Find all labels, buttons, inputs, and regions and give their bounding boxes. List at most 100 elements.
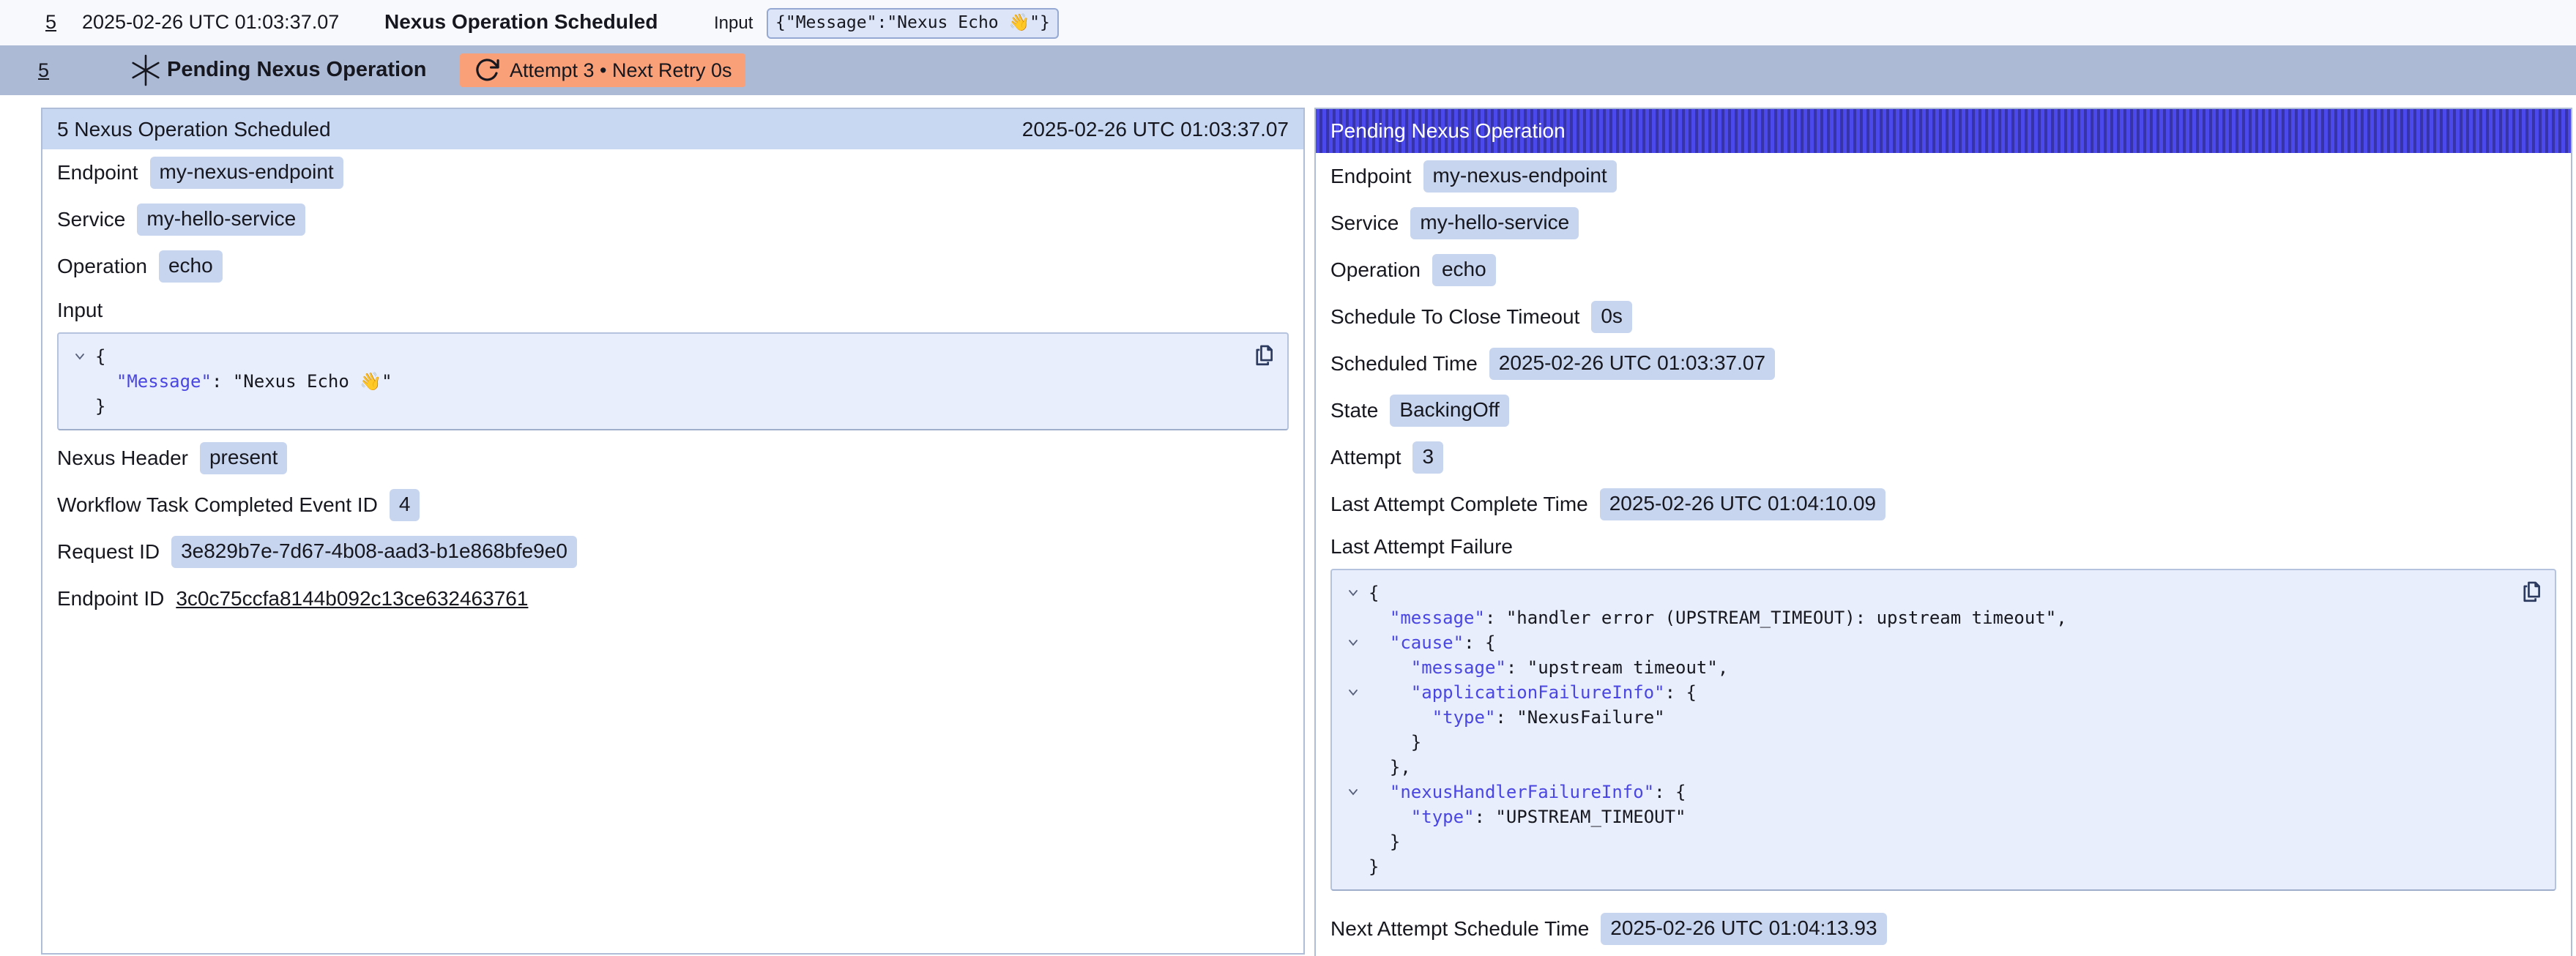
- failure-json-block: { "message": "handler error (UPSTREAM_TI…: [1330, 569, 2556, 891]
- field-row-workflow-task-completed-event-id: Workflow Task Completed Event ID 4: [57, 489, 1289, 521]
- field-label: Service: [1330, 212, 1399, 235]
- field-value-badge: my-hello-service: [137, 203, 305, 236]
- field-value-badge: 2025-02-26 UTC 01:03:37.07: [1489, 348, 1775, 380]
- json-gutter: [64, 369, 95, 394]
- field-row-service: Service my-hello-service: [57, 203, 1289, 236]
- json-gutter: [1338, 829, 1369, 854]
- json-code-text: }: [95, 394, 105, 419]
- field-row-endpoint-id: Endpoint ID 3c0c75ccfa8144b092c13ce632463…: [57, 583, 1289, 615]
- event-id-link[interactable]: 5: [45, 11, 56, 34]
- field-label: Service: [57, 208, 125, 231]
- field-row-schedule-to-close-timeout: Schedule To Close Timeout0s: [1330, 301, 2556, 333]
- field-value-badge: my-nexus-endpoint: [1423, 160, 1617, 193]
- json-code-text: {: [1369, 580, 1379, 605]
- scheduled-panel-title: 5 Nexus Operation Scheduled: [57, 118, 331, 141]
- json-line: },: [1338, 755, 2504, 780]
- field-row-scheduled-time: Scheduled Time 2025-02-26 UTC 01:03:37.07: [1330, 348, 2556, 380]
- event-row-pending-selected[interactable]: 5 Pending Nexus Operation Attempt 3 • Ne…: [0, 45, 2576, 95]
- pending-operation-panel: Pending Nexus Operation Endpoint my-nexus…: [1314, 108, 2572, 956]
- copy-icon[interactable]: [2518, 579, 2545, 605]
- event-history-screen: 5 2025-02-26 UTC 01:03:37.07 Nexus Opera…: [0, 0, 2576, 956]
- field-label: Endpoint ID: [57, 587, 164, 610]
- field-value-badge: 0s: [1591, 301, 1632, 333]
- event-title: Pending Nexus Operation: [167, 58, 427, 82]
- input-payload-pill[interactable]: {"Message":"Nexus Echo 👋"}: [767, 8, 1059, 39]
- collapse-chevron-icon[interactable]: [64, 344, 95, 369]
- scheduled-fields-bottom: Nexus Header present Workflow Task Complet…: [57, 442, 1289, 615]
- collapse-chevron-icon[interactable]: [1338, 580, 1369, 605]
- json-gutter: [1338, 755, 1369, 780]
- field-value-badge: echo: [159, 250, 223, 283]
- json-line: "applicationFailureInfo": {: [1338, 680, 2504, 705]
- input-json-block: { "Message": "Nexus Echo 👋"}: [57, 332, 1289, 430]
- json-gutter: [64, 394, 95, 419]
- event-row-scheduled[interactable]: 5 2025-02-26 UTC 01:03:37.07 Nexus Opera…: [0, 0, 2576, 45]
- json-line: "message": "upstream timeout",: [1338, 655, 2504, 680]
- json-gutter: [1338, 605, 1369, 630]
- json-line: }: [1338, 829, 2504, 854]
- field-label: State: [1330, 399, 1378, 422]
- retry-attempt-badge: Attempt 3 • Next Retry 0s: [460, 53, 745, 87]
- pending-asterisk-icon: [129, 53, 163, 91]
- json-code-text: }: [1369, 730, 1421, 755]
- json-line: "type": "UPSTREAM_TIMEOUT": [1338, 804, 2504, 829]
- json-line: }: [1338, 730, 2504, 755]
- json-code-text: }: [1369, 829, 1400, 854]
- json-code-text: "type": "UPSTREAM_TIMEOUT": [1369, 804, 1686, 829]
- field-row-request-id: Request ID3e829b7e-7d67-4b08-aad3-b1e868…: [57, 536, 1289, 568]
- json-line: {: [64, 344, 1236, 369]
- copy-icon[interactable]: [1251, 343, 1277, 369]
- collapse-chevron-icon[interactable]: [1338, 780, 1369, 804]
- json-code-text: "cause": {: [1369, 630, 1495, 655]
- retry-icon: [473, 56, 501, 84]
- json-code-text: "applicationFailureInfo": {: [1369, 680, 1697, 705]
- field-value-badge: BackingOff: [1390, 395, 1508, 427]
- pending-panel-title: Pending Nexus Operation: [1330, 119, 1566, 143]
- json-line: "nexusHandlerFailureInfo": {: [1338, 780, 2504, 804]
- field-row-attempt: Attempt3: [1330, 441, 2556, 474]
- field-row-next-attempt-schedule-time: Next Attempt Schedule Time 2025-02-26 UTC…: [1330, 913, 2556, 945]
- json-gutter: [1338, 655, 1369, 680]
- json-code-text: }: [1369, 854, 1379, 879]
- field-label: Next Attempt Schedule Time: [1330, 917, 1589, 941]
- field-value-badge: 2025-02-26 UTC 01:04:13.93: [1601, 913, 1886, 945]
- field-label: Scheduled Time: [1330, 352, 1478, 376]
- field-label: Workflow Task Completed Event ID: [57, 493, 378, 517]
- field-value-badge: present: [200, 442, 287, 474]
- field-value-link[interactable]: 3c0c75ccfa8144b092c13ce632463761: [176, 587, 528, 610]
- pending-fields-after: Next Attempt Schedule Time 2025-02-26 UTC…: [1330, 913, 2556, 945]
- collapse-chevron-icon[interactable]: [1338, 630, 1369, 655]
- retry-badge-label: Attempt 3 • Next Retry 0s: [510, 59, 732, 82]
- json-code-text: "message": "handler error (UPSTREAM_TIME…: [1369, 605, 2067, 630]
- scheduled-fields-top: Endpointmy-nexus-endpointServicemy-hello…: [57, 157, 1289, 283]
- field-label: Nexus Header: [57, 447, 188, 470]
- scheduled-event-panel: 5 Nexus Operation Scheduled 2025-02-26 U…: [41, 108, 1305, 955]
- field-value-badge: 4: [390, 489, 420, 521]
- field-value-badge: echo: [1432, 254, 1496, 286]
- collapse-chevron-icon[interactable]: [1338, 680, 1369, 705]
- field-label: Endpoint: [1330, 165, 1412, 188]
- json-gutter: [1338, 854, 1369, 879]
- json-line: "type": "NexusFailure": [1338, 705, 2504, 730]
- field-row-state: State BackingOff: [1330, 395, 2556, 427]
- field-value-badge: my-hello-service: [1410, 207, 1579, 239]
- json-code-text: },: [1369, 755, 1411, 780]
- input-section-label: Input: [57, 299, 1289, 322]
- field-label: Last Attempt Complete Time: [1330, 493, 1588, 516]
- json-line: "cause": {: [1338, 630, 2504, 655]
- field-value-badge: my-nexus-endpoint: [150, 157, 343, 189]
- json-line: }: [1338, 854, 2504, 879]
- field-label: Operation: [57, 255, 147, 278]
- json-line: "message": "handler error (UPSTREAM_TIME…: [1338, 605, 2504, 630]
- field-row-nexus-header: Nexus Header present: [57, 442, 1289, 474]
- pending-panel-header: Pending Nexus Operation: [1316, 109, 2571, 153]
- input-label: Input: [714, 13, 753, 34]
- field-value-badge: 2025-02-26 UTC 01:04:10.09: [1600, 488, 1886, 520]
- json-gutter: [1338, 804, 1369, 829]
- event-id-link[interactable]: 5: [38, 59, 49, 82]
- failure-section-label: Last Attempt Failure: [1330, 535, 2556, 559]
- json-line: "Message": "Nexus Echo 👋": [64, 369, 1236, 394]
- field-label: Attempt: [1330, 446, 1401, 469]
- field-value-badge: 3e829b7e-7d67-4b08-aad3-b1e868bfe9e0: [171, 536, 577, 568]
- json-gutter: [1338, 730, 1369, 755]
